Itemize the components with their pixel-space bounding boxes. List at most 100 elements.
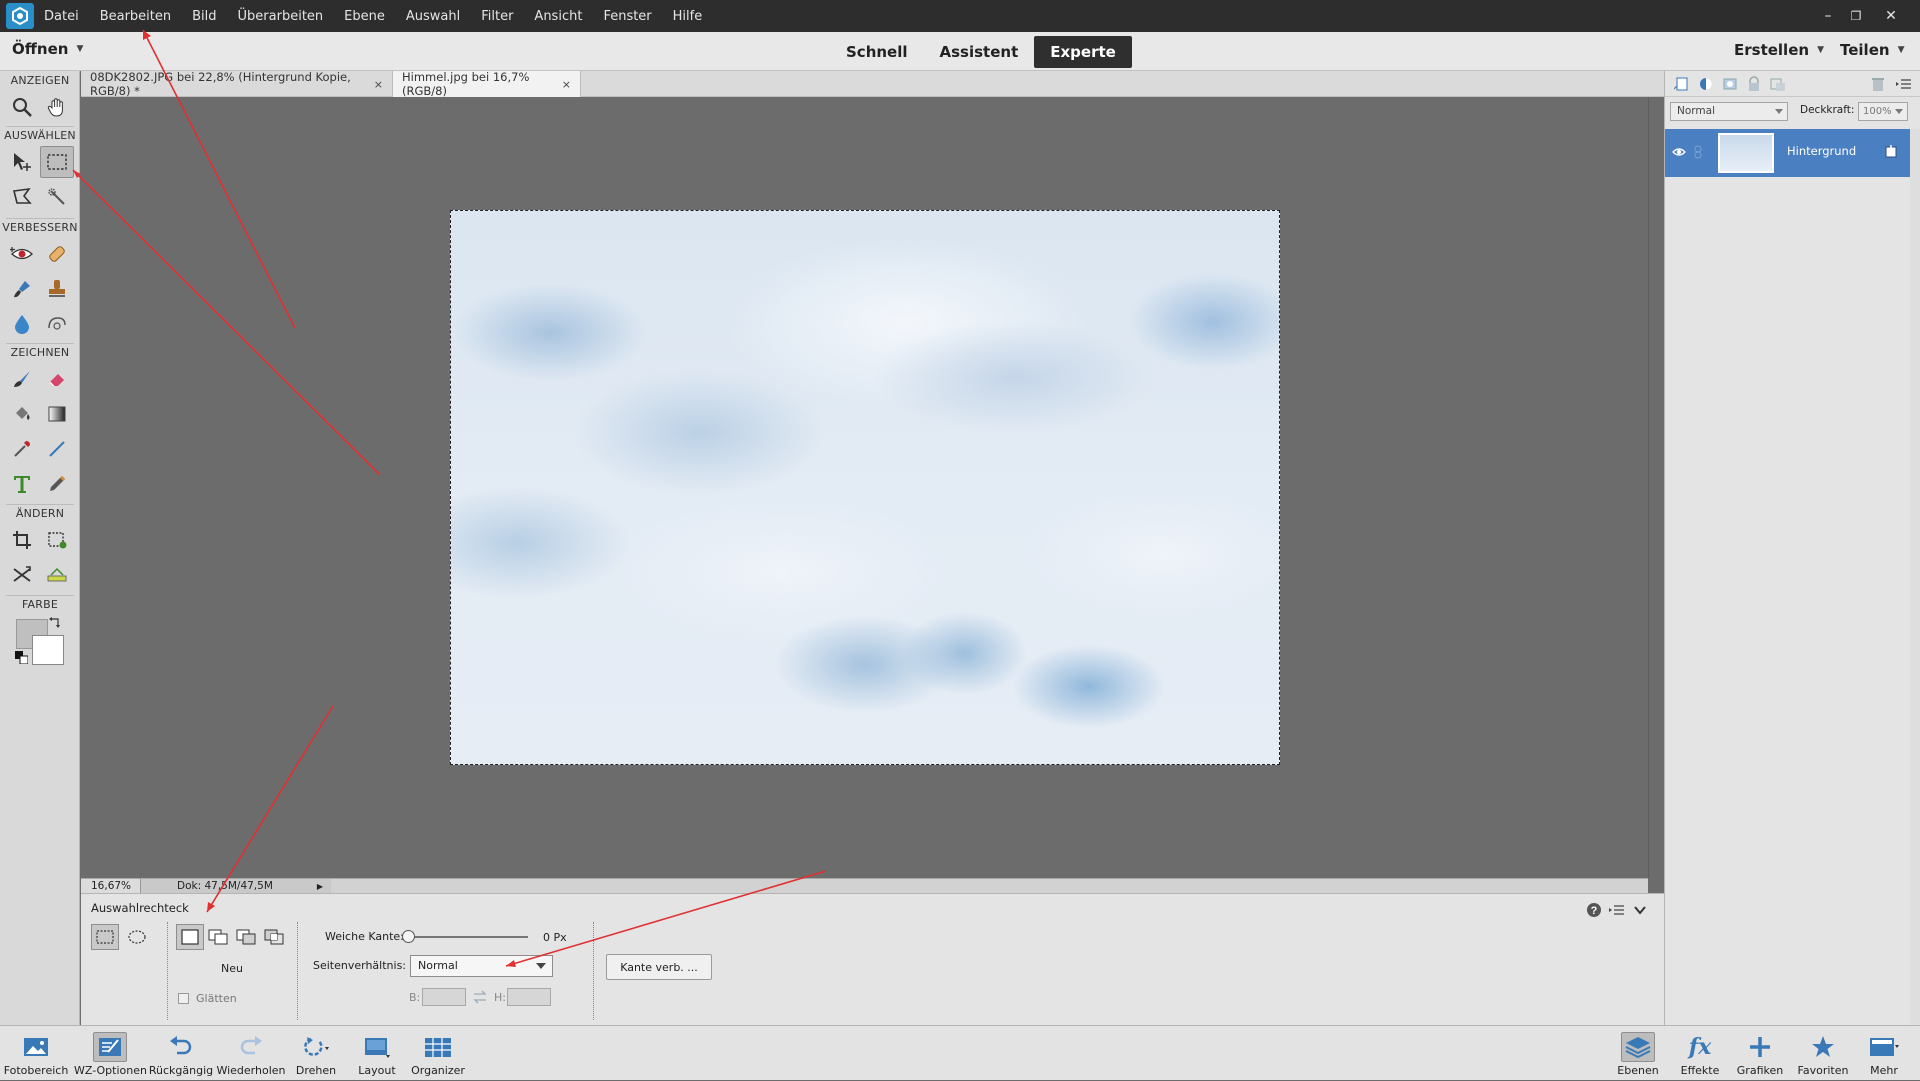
eye-visibility-icon[interactable] (1672, 145, 1686, 159)
gradient-tool-icon[interactable] (40, 398, 74, 430)
red-eye-tool-icon[interactable] (5, 238, 39, 270)
clone-stamp-icon[interactable] (40, 273, 74, 305)
new-selection-icon[interactable] (176, 924, 204, 950)
line-tool-icon[interactable] (40, 433, 74, 465)
rectangular-marquee-tool-icon[interactable] (40, 146, 74, 178)
tool-options-button[interactable]: WZ-Optionen (74, 1026, 147, 1081)
canvas-image-sky[interactable] (450, 210, 1280, 765)
mode-quick[interactable]: Schnell (830, 36, 924, 68)
menu-ansicht[interactable]: Ansicht (534, 9, 582, 24)
create-button[interactable]: Erstellen ▼ (1734, 41, 1824, 59)
sponge-tool-icon[interactable] (40, 308, 74, 340)
width-input[interactable] (422, 988, 466, 1006)
minimize-button[interactable]: – (1817, 5, 1839, 27)
rotate-button[interactable]: Drehen (290, 1026, 342, 1081)
tab-document-2[interactable]: Himmel.jpg bei 16,7% (RGB/8) × (393, 70, 581, 98)
favorites-button[interactable]: Favoriten (1794, 1026, 1852, 1081)
swap-colors-icon[interactable] (48, 616, 62, 630)
undo-button[interactable]: Rückgängig (148, 1026, 214, 1081)
feather-slider-handle[interactable] (402, 930, 415, 943)
menu-hilfe[interactable]: Hilfe (673, 9, 703, 24)
menu-ueberarbeiten[interactable]: Überarbeiten (238, 9, 324, 24)
lasso-tool-icon[interactable] (5, 181, 39, 213)
pencil-tool-icon[interactable] (40, 468, 74, 500)
adjustment-layer-icon[interactable] (1697, 75, 1715, 93)
layer-row[interactable]: Hintergrund (1665, 129, 1910, 177)
layer-lock-icon[interactable] (1883, 144, 1899, 160)
brush-tool-icon[interactable] (5, 363, 39, 395)
smooth-checkbox[interactable] (178, 993, 189, 1004)
photo-bin-button[interactable]: Fotobereich (2, 1026, 70, 1081)
blur-tool-icon[interactable] (5, 308, 39, 340)
refine-edge-button[interactable]: Kante verb. ... (606, 954, 712, 980)
intersect-selection-icon[interactable] (260, 924, 288, 950)
canvas-vertical-scrollbar[interactable] (1648, 97, 1664, 878)
open-button[interactable]: Öffnen ▼ (12, 40, 83, 58)
default-colors-icon[interactable] (15, 651, 28, 664)
close-tab-icon[interactable]: × (562, 78, 571, 91)
restore-button[interactable]: ❐ (1845, 5, 1867, 27)
panel-menu-icon[interactable] (1895, 75, 1913, 93)
zoom-level-field[interactable]: 16,67% (81, 879, 141, 893)
delete-layer-icon[interactable] (1869, 75, 1887, 93)
menu-ebene[interactable]: Ebene (344, 9, 385, 24)
menu-datei[interactable]: Datei (44, 9, 79, 24)
effects-button[interactable]: fx Effekte (1674, 1026, 1726, 1081)
share-button[interactable]: Teilen ▼ (1840, 41, 1904, 59)
height-input[interactable] (507, 988, 551, 1006)
tab-document-1[interactable]: 08DK2802.JPG bei 22,8% (Hintergrund Kopi… (81, 70, 393, 98)
subtract-selection-icon[interactable] (232, 924, 260, 950)
layer-name[interactable]: Hintergrund (1787, 144, 1856, 158)
layer-mask-icon[interactable] (1721, 75, 1739, 93)
smart-brush-icon[interactable] (5, 273, 39, 305)
spot-healing-brush-icon[interactable] (40, 238, 74, 270)
paint-bucket-icon[interactable] (5, 398, 39, 430)
layer-thumbnail[interactable] (1718, 133, 1774, 173)
new-layer-icon[interactable] (1673, 75, 1691, 93)
quick-selection-tool-icon[interactable] (40, 181, 74, 213)
canvas-horizontal-scrollbar[interactable] (331, 879, 1648, 893)
lock-icon[interactable] (1745, 75, 1763, 93)
mode-guided[interactable]: Assistent (924, 36, 1035, 68)
menu-bild[interactable]: Bild (192, 9, 216, 24)
aspect-ratio-select[interactable]: Normal (410, 955, 553, 977)
menu-fenster[interactable]: Fenster (603, 9, 651, 24)
add-selection-icon[interactable] (204, 924, 232, 950)
collapse-options-icon[interactable] (1633, 903, 1647, 917)
feather-slider-track[interactable] (408, 936, 528, 938)
redo-button[interactable]: Wiederholen (216, 1026, 286, 1081)
rectangle-marquee-option-icon[interactable] (91, 924, 119, 950)
swap-dimensions-icon[interactable] (472, 990, 488, 1004)
close-tab-icon[interactable]: × (374, 78, 383, 91)
lock-transparency-icon[interactable] (1769, 75, 1787, 93)
help-icon[interactable]: ? (1586, 902, 1602, 918)
layers-button[interactable]: Ebenen (1612, 1026, 1664, 1081)
straighten-tool-icon[interactable] (40, 559, 74, 591)
graphics-button[interactable]: Grafiken (1734, 1026, 1786, 1081)
ellipse-marquee-option-icon[interactable] (123, 924, 151, 950)
move-tool-icon[interactable] (5, 146, 39, 178)
blend-mode-select[interactable]: Normal (1670, 102, 1788, 121)
zoom-tool-icon[interactable] (5, 91, 39, 123)
organizer-button[interactable]: Organizer (408, 1026, 468, 1081)
opacity-field[interactable]: 100% (1858, 102, 1908, 121)
crop-tool-icon[interactable] (5, 524, 39, 556)
eyedropper-tool-icon[interactable] (5, 433, 39, 465)
close-button[interactable]: ✕ (1880, 5, 1902, 27)
options-menu-icon[interactable] (1609, 903, 1625, 917)
content-aware-move-icon[interactable] (5, 559, 39, 591)
layers-scrollbar[interactable] (1910, 129, 1920, 1025)
layout-button[interactable]: Layout (350, 1026, 404, 1081)
menu-bearbeiten[interactable]: Bearbeiten (100, 9, 171, 24)
more-button[interactable]: Mehr (1860, 1026, 1908, 1081)
recompose-tool-icon[interactable] (40, 524, 74, 556)
app-logo-icon[interactable] (6, 3, 34, 29)
background-color-swatch[interactable] (32, 635, 64, 665)
hand-tool-icon[interactable] (40, 91, 74, 123)
menu-filter[interactable]: Filter (481, 9, 513, 24)
status-menu-arrow-icon[interactable]: ▶ (313, 880, 327, 892)
eraser-tool-icon[interactable] (40, 363, 74, 395)
text-tool-icon[interactable] (5, 468, 39, 500)
mode-expert[interactable]: Experte (1034, 36, 1132, 68)
menu-auswahl[interactable]: Auswahl (406, 9, 460, 24)
